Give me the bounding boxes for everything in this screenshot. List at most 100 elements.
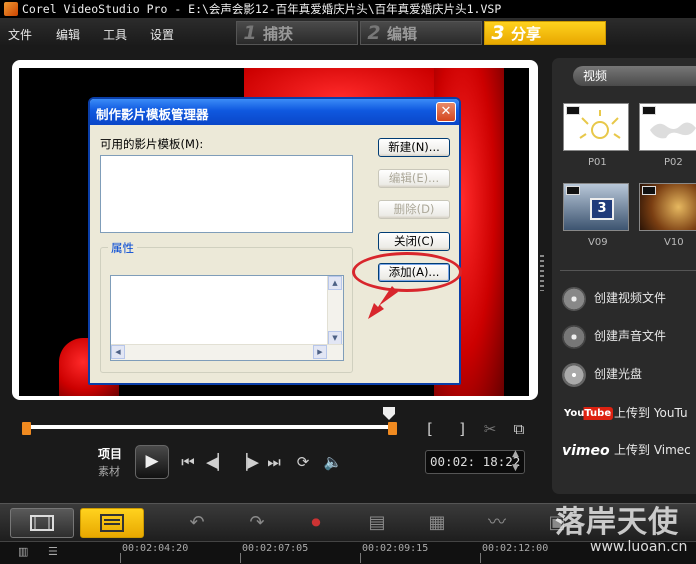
edit-button[interactable]: 编辑(E)... bbox=[378, 169, 450, 188]
ruler-tick bbox=[240, 553, 241, 563]
split-clip-icon[interactable]: ✂ bbox=[481, 420, 499, 438]
share-label: 创建声音文件 bbox=[594, 329, 667, 343]
templates-label: 可用的影片模板(M): bbox=[100, 137, 204, 151]
watermark-text: 落岸天使 bbox=[555, 505, 679, 540]
dialog-title: 制作影片模板管理器 bbox=[96, 107, 209, 122]
vimeo-logo: vimeo bbox=[562, 442, 610, 459]
close-icon[interactable]: ✕ bbox=[436, 102, 456, 122]
timecode-down-icon[interactable]: ▼ bbox=[512, 463, 519, 473]
next-frame-icon[interactable]: ▕▶ bbox=[236, 453, 259, 471]
track-list-icon[interactable]: ☰ bbox=[48, 545, 68, 559]
audio-wave-icon[interactable]: 〰 bbox=[484, 512, 510, 534]
create-sound-file-button[interactable]: 创建声音文件 bbox=[562, 323, 696, 349]
step-number: 3 bbox=[491, 22, 505, 44]
ruler-tick-label: 00:02:12:00 bbox=[482, 543, 549, 554]
trim-end-handle[interactable] bbox=[388, 422, 397, 435]
film-icon bbox=[566, 106, 580, 115]
share-label: 创建光盘 bbox=[594, 367, 643, 381]
properties-box: ▲ ▼ ◀ ▶ bbox=[110, 275, 344, 361]
scroll-up-icon[interactable]: ▲ bbox=[328, 276, 342, 290]
mark-in-icon[interactable]: [ bbox=[422, 420, 438, 438]
share-label: 上传到 Vimec bbox=[614, 443, 691, 457]
step-number: 1 bbox=[243, 22, 257, 44]
youtube-logo-text: YouTube bbox=[562, 406, 614, 420]
disc-icon bbox=[562, 362, 586, 387]
media-icon[interactable]: ▦ bbox=[424, 512, 450, 534]
window-titlebar: Corel VideoStudio Pro - E:\会声会影12-百年真爱婚庆… bbox=[0, 0, 696, 18]
step-label: 捕获 bbox=[263, 25, 294, 43]
storyboard-view-button[interactable] bbox=[10, 508, 74, 538]
film-icon bbox=[642, 106, 656, 115]
app-icon bbox=[4, 2, 18, 16]
upload-youtube-button[interactable]: YouTube 上传到 YouTu bbox=[562, 400, 696, 426]
menu-edit[interactable]: 编辑 bbox=[56, 26, 80, 43]
annotation-arrow-icon bbox=[368, 286, 398, 319]
step-label: 分享 bbox=[511, 25, 542, 43]
home-icon[interactable]: ⏮ bbox=[178, 453, 198, 471]
step-capture[interactable]: 1 捕获 bbox=[236, 21, 358, 45]
ruler-tick bbox=[360, 553, 361, 563]
delete-button[interactable]: 删除(D) bbox=[378, 200, 450, 219]
window-title: Corel VideoStudio Pro - E:\会声会影12-百年真爱婚庆… bbox=[22, 2, 502, 16]
audio-disc-icon bbox=[562, 324, 586, 349]
trim-start-handle[interactable] bbox=[22, 422, 31, 435]
redo-icon[interactable]: ↷ bbox=[244, 512, 270, 534]
dialog-titlebar[interactable]: 制作影片模板管理器 ✕ bbox=[90, 99, 459, 125]
menu-file[interactable]: 文件 bbox=[8, 26, 32, 43]
timecode-display[interactable]: 00:02: 18:22 bbox=[425, 450, 525, 474]
previous-frame-icon[interactable]: ◀▏ bbox=[206, 453, 229, 471]
record-capture-icon[interactable]: ⏺ bbox=[303, 512, 329, 534]
divider bbox=[560, 270, 696, 271]
repeat-icon[interactable]: ⟳ bbox=[293, 453, 313, 471]
play-button[interactable]: ▶ bbox=[135, 445, 169, 479]
library-thumbnail[interactable] bbox=[563, 103, 629, 151]
upload-vimeo-button[interactable]: vimeo 上传到 Vimec bbox=[562, 437, 696, 463]
scroll-right-icon[interactable]: ▶ bbox=[313, 345, 327, 359]
youtube-logo: YouTube bbox=[562, 406, 614, 422]
timeline-view-button[interactable] bbox=[80, 508, 144, 538]
timecode-value: 00:02: 18:22 bbox=[430, 454, 521, 469]
scroll-left-icon[interactable]: ◀ bbox=[111, 345, 125, 359]
enlarge-icon[interactable]: ⧉ bbox=[509, 420, 529, 438]
menu-tools[interactable]: 工具 bbox=[103, 26, 127, 43]
library-thumbnail[interactable] bbox=[639, 183, 696, 231]
create-disc-button[interactable]: 创建光盘 bbox=[562, 361, 696, 387]
ruler-tick-label: 00:02:07:05 bbox=[242, 543, 309, 554]
library-thumbnail[interactable] bbox=[639, 103, 696, 151]
batch-convert-icon[interactable]: ▤ bbox=[364, 512, 390, 534]
close-button[interactable]: 关闭(C) bbox=[378, 232, 450, 251]
movie-template-manager-dialog: 制作影片模板管理器 ✕ 可用的影片模板(M): 属性 ▲ ▼ ◀ ▶ 新建(N)… bbox=[88, 97, 461, 385]
ruler-tick-label: 00:02:09:15 bbox=[362, 543, 429, 554]
timecode-up-icon[interactable]: ▲ bbox=[512, 449, 519, 459]
film-icon bbox=[642, 186, 656, 195]
playhead-icon[interactable] bbox=[383, 407, 395, 421]
clip-mode-label[interactable]: 素材 bbox=[98, 463, 120, 479]
new-button[interactable]: 新建(N)... bbox=[378, 138, 450, 157]
scrub-bar[interactable] bbox=[26, 425, 392, 429]
watermark-url: www.luoan.cn bbox=[590, 539, 688, 555]
ruler-tick-label: 00:02:04:20 bbox=[122, 543, 189, 554]
library-thumbnail[interactable]: 3 bbox=[563, 183, 629, 231]
ruler-tick bbox=[120, 553, 121, 563]
volume-icon[interactable]: 🔈 bbox=[322, 453, 344, 471]
panel-splitter[interactable] bbox=[540, 255, 544, 291]
step-label: 编辑 bbox=[387, 25, 418, 43]
step-number: 2 bbox=[367, 22, 381, 44]
horizontal-scrollbar[interactable]: ◀ ▶ bbox=[111, 344, 343, 360]
menu-settings[interactable]: 设置 bbox=[150, 26, 174, 43]
project-mode-label[interactable]: 项目 bbox=[98, 445, 122, 462]
templates-list[interactable] bbox=[100, 155, 353, 233]
track-manager-icon[interactable]: ▥ bbox=[18, 545, 38, 559]
timeline-view-icon bbox=[100, 514, 124, 532]
mark-out-icon[interactable]: ] bbox=[454, 420, 470, 438]
library-category-dropdown[interactable]: 视频 bbox=[573, 66, 696, 86]
create-video-file-button[interactable]: 创建视频文件 bbox=[562, 285, 696, 311]
end-icon[interactable]: ⏭ bbox=[264, 453, 284, 471]
scroll-down-icon[interactable]: ▼ bbox=[328, 331, 342, 345]
thumbnail-label: V10 bbox=[664, 237, 684, 248]
thumbnail-label: V09 bbox=[588, 237, 608, 248]
step-edit[interactable]: 2 编辑 bbox=[360, 21, 482, 45]
film-icon bbox=[566, 186, 580, 195]
undo-icon[interactable]: ↶ bbox=[184, 512, 210, 534]
step-share[interactable]: 3 分享 bbox=[484, 21, 606, 45]
